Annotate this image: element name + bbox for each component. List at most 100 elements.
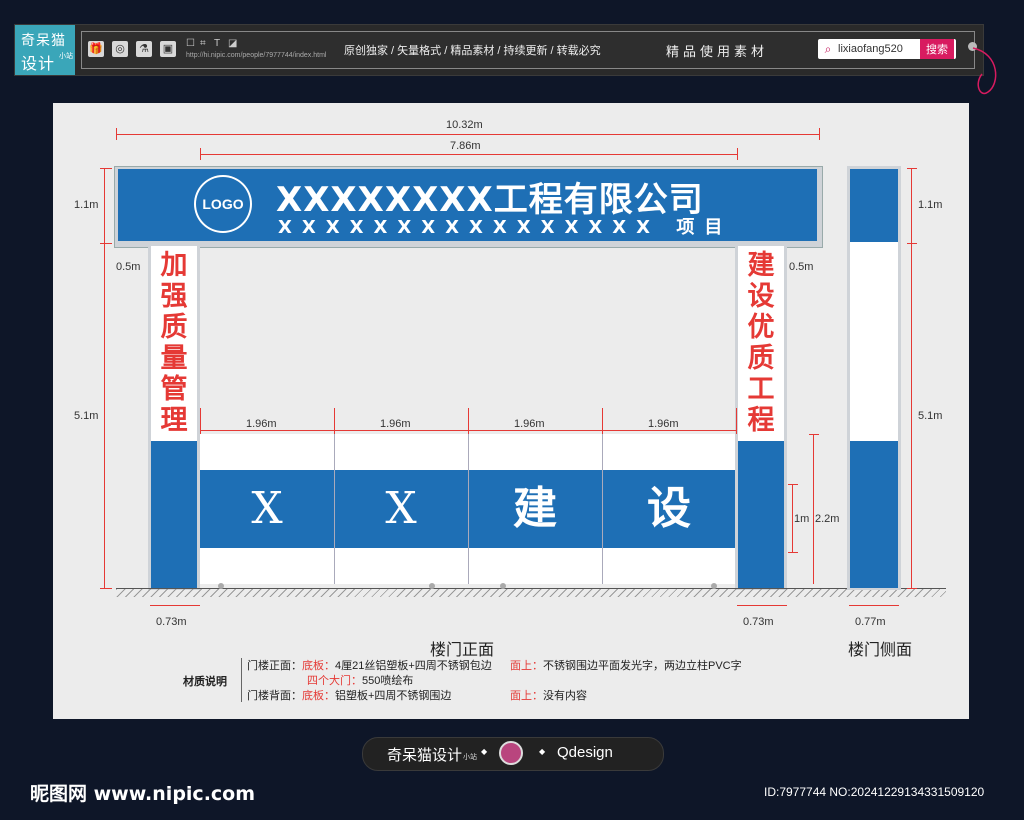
- dim-door-width-1: 1.96m: [246, 418, 277, 430]
- camera-icon[interactable]: ◎: [112, 41, 128, 57]
- dim-door-width-2: 1.96m: [380, 418, 411, 430]
- dim-line-header: [104, 168, 105, 243]
- dim-tick: [116, 128, 117, 140]
- dim-pillar-width-left: 0.73m: [156, 616, 187, 628]
- dim-tick: [907, 168, 917, 169]
- materials-heading: 材质说明: [183, 676, 227, 688]
- pill-design: Qdesign: [557, 744, 613, 761]
- dim-tick: [100, 168, 112, 169]
- dim-tick: [602, 408, 603, 434]
- gate-char-2: X: [385, 483, 417, 534]
- dim-header-height: 1.1m: [74, 199, 99, 211]
- dim-post-gap-right: 0.5m: [789, 261, 814, 273]
- image-icon[interactable]: ▣: [160, 41, 176, 57]
- top-toolbar: 奇呆猫 设计 小站 🎁 ◎ ⚗ ▣ ☐ ⌗ T ◪ http://hi.nipi…: [14, 24, 984, 76]
- project-line: XXXXXXXXXXXXXXXX 项目: [278, 217, 733, 238]
- dim-door-width-3: 1.96m: [514, 418, 545, 430]
- quality-text: 精品使用素材: [666, 44, 769, 59]
- row1-top-label: 面上：: [510, 660, 543, 672]
- right-pillar-text: 建设优质工程: [747, 250, 775, 436]
- dim-line-pillar: [104, 243, 105, 588]
- search-input[interactable]: [838, 39, 918, 59]
- dim-tick: [737, 148, 738, 160]
- dim-pillar-height: 5.1m: [74, 410, 99, 422]
- dim-line-total: [116, 134, 819, 135]
- side-caption: 楼门侧面: [848, 642, 913, 659]
- dim-tick: [788, 552, 798, 553]
- wheel-icon: [429, 583, 435, 589]
- row2-gate-text: 550喷绘布: [362, 675, 414, 687]
- brand-pill: 奇呆猫设计 小站 ◆ ◆ Qdesign: [362, 737, 664, 771]
- dim-tick: [907, 243, 917, 244]
- dim-header-height-side: 1.1m: [918, 199, 943, 211]
- gate-char-4: 设: [647, 483, 691, 534]
- side-header: [850, 169, 898, 242]
- dim-door-width-4: 1.96m: [648, 418, 679, 430]
- logo-text: LOGO: [196, 177, 250, 231]
- brand-line2: 设计: [21, 54, 56, 73]
- materials-row-1b: 面上：不锈钢围边平面发光字，两边立柱PVC字: [510, 657, 742, 673]
- row3-label: 门楼背面：: [247, 690, 302, 702]
- row1-base-text: 4厘21丝铝塑板+四周不锈钢包边: [335, 660, 492, 672]
- dim-line-pillar-right: [737, 605, 787, 606]
- dim-band-height: 1m: [794, 513, 810, 525]
- gate-char-3: 建: [513, 483, 557, 534]
- slogan-text: 原创独家 / 矢量格式 / 精品素材 / 持续更新 / 转载必究: [344, 45, 601, 57]
- brand-line1: 奇呆猫: [21, 33, 66, 49]
- row3-top-text: 没有内容: [543, 690, 587, 702]
- dim-tick: [819, 128, 820, 140]
- dim-tick: [100, 243, 112, 244]
- dim-tick: [200, 148, 201, 160]
- dim-tick: [788, 484, 798, 485]
- dim-tick: [100, 588, 112, 589]
- dim-tick: [809, 434, 819, 435]
- pill-brand-small: 小站: [463, 754, 477, 761]
- left-pillar-base: [151, 441, 197, 588]
- site-url[interactable]: http://hi.nipic.com/people/7977744/index…: [186, 52, 326, 59]
- side-base: [850, 441, 898, 588]
- gate-char-1: X: [251, 483, 283, 534]
- footer-site[interactable]: 昵图网 www.nipic.com: [30, 779, 255, 806]
- dim-tick: [736, 408, 737, 434]
- footer-id: ID:7977744 NO:20241229134331509120: [764, 785, 985, 799]
- text-tool-icon[interactable]: T: [214, 38, 220, 49]
- row2-gate-label: 四个大门：: [307, 675, 362, 687]
- row1-label: 门楼正面：: [247, 660, 302, 672]
- materials-row-3b: 面上：没有内容: [510, 687, 587, 703]
- row1-top-text: 不锈钢围边平面发光字，两边立柱PVC字: [543, 660, 742, 672]
- dim-line-side: [911, 168, 912, 588]
- row3-top-label: 面上：: [510, 690, 543, 702]
- search-button[interactable]: 搜索: [920, 39, 954, 59]
- wheel-icon: [500, 583, 506, 589]
- dim-pillar-height-side: 5.1m: [918, 410, 943, 422]
- dim-line-inner: [200, 154, 737, 155]
- brand-small: 小站: [59, 52, 73, 60]
- materials-row-3: 门楼背面：底板：铝塑板+四周不锈钢围边: [247, 687, 451, 703]
- left-pillar-text: 加强质量管理: [160, 250, 188, 436]
- dim-line-door: [813, 434, 814, 584]
- fill-icon[interactable]: ◪: [228, 38, 237, 49]
- dim-tick: [200, 408, 201, 434]
- pill-brand: 奇呆猫设计: [387, 746, 463, 764]
- diamond-icon: ◆: [539, 747, 546, 756]
- search-icon: ⌕: [824, 42, 832, 56]
- flask-icon[interactable]: ⚗: [136, 41, 152, 57]
- diamond-icon: ◆: [481, 747, 488, 756]
- hang-string-icon: [972, 47, 997, 95]
- toolbar-panel: 🎁 ◎ ⚗ ▣ ☐ ⌗ T ◪ http://hi.nipic.com/peop…: [81, 31, 975, 69]
- dim-door-height: 2.2m: [815, 513, 840, 525]
- dim-tick: [907, 588, 917, 589]
- materials-row-2: 四个大门：550喷绘布: [307, 672, 413, 688]
- dim-side-width: 0.77m: [855, 616, 886, 628]
- square-icon[interactable]: ☐: [186, 38, 195, 49]
- wheel-icon: [218, 583, 224, 589]
- materials-divider: [241, 658, 242, 702]
- dim-line-side-width: [849, 605, 899, 606]
- brand-logo[interactable]: 奇呆猫 设计 小站: [15, 25, 75, 75]
- crop-icon[interactable]: ⌗: [200, 38, 206, 49]
- ground-hatch: [116, 589, 946, 597]
- side-mid: [850, 242, 898, 441]
- dim-line-pillar-left: [150, 605, 200, 606]
- gift-icon[interactable]: 🎁: [88, 41, 104, 57]
- materials-row-1: 门楼正面：底板：4厘21丝铝塑板+四周不锈钢包边: [247, 657, 492, 673]
